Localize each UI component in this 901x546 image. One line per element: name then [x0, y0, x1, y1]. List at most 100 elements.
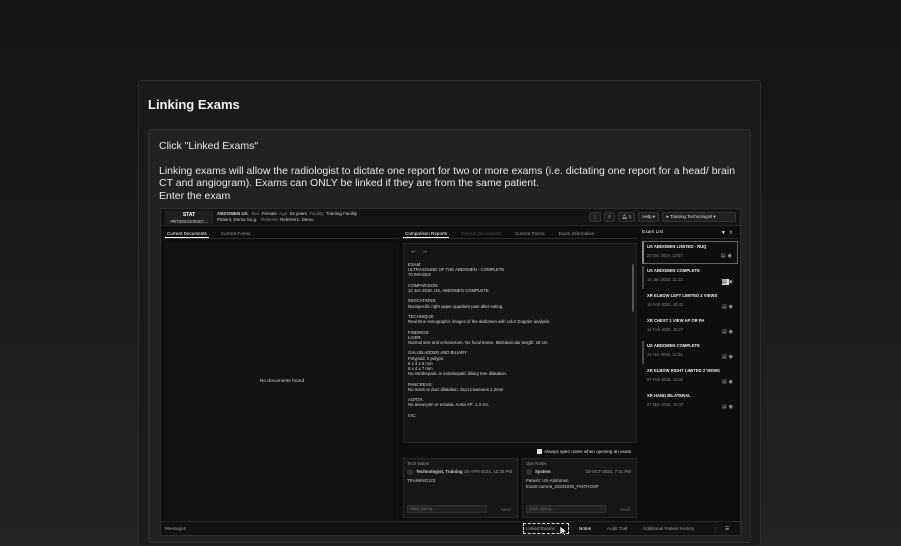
instruction-panel: Click "Linked Exams" Linking exams will …	[148, 129, 751, 543]
tab-exam-information[interactable]: Exam Information	[557, 230, 597, 238]
search-icon[interactable]: ⌕	[604, 212, 615, 222]
exam-title: US ABDOMEN COMPLETE	[647, 268, 700, 273]
sex-value: Female	[261, 211, 277, 216]
notes-tab[interactable]: Notes	[579, 526, 591, 531]
linking-exams-card: Linking Exams Click "Linked Exams" Linki…	[138, 80, 761, 546]
checkbox-checked-icon	[537, 449, 542, 455]
exam-item[interactable]: XR ELBOW RIGHT LIMITED 2 VIEWS 07 Feb 20…	[642, 366, 738, 389]
exam-title: US ABDOMEN COMPLETE	[647, 343, 700, 348]
exam-title: US ABDOMEN LIMITED - RUQ	[647, 244, 707, 249]
send-button[interactable]: Send	[620, 507, 630, 512]
document-icon[interactable]: ▤	[722, 404, 729, 410]
filter-icon[interactable]: ▼	[721, 230, 729, 236]
instruction-description: Linking exams will allow the radiologist…	[159, 164, 736, 190]
list-icon[interactable]: ☰	[725, 526, 729, 532]
user-icon: ●	[666, 214, 669, 219]
always-open-notes-checkbox[interactable]: Always open notes when opening an exam	[537, 449, 632, 455]
exam-title: XR HAND BILATERAL	[647, 393, 691, 398]
eye-icon[interactable]: ◉	[729, 404, 735, 410]
checkbox-label: Always open notes when opening an exam	[544, 449, 632, 454]
patient-info: ABDOMEN US Sex: Female Age: 53 years Fac…	[217, 211, 357, 223]
exam-name: ABDOMEN US	[217, 211, 248, 216]
comparison-report: ←→ EXAM: ULTRASOUND OF THE ABDOMEN - COM…	[403, 243, 637, 443]
upload-icon[interactable]: ⇪	[729, 230, 736, 236]
exam-list-pane: Exam List ▼⇪ US ABDOMEN LIMITED - RUQ 23…	[642, 230, 738, 520]
ops-notes-panel: Ops Notes System 23-OCT-2024, 7:41 PM Pa…	[522, 458, 637, 518]
exam-title: XR ELBOW RIGHT LIMITED 2 VIEWS	[647, 368, 720, 373]
tech-note-input[interactable]: Start typing...	[407, 505, 487, 513]
more-options-icon[interactable]: ⋮	[713, 526, 718, 532]
bell-icon: 🔔︎	[621, 214, 628, 219]
instruction-step-2: Enter the exam	[159, 189, 231, 202]
arrow-left-icon[interactable]: ←	[410, 248, 421, 255]
document-icon[interactable]: ▤	[721, 279, 729, 285]
tech-notes-panel: Tech Notes Technologist, Training 30-APR…	[403, 458, 518, 518]
page-title: Linking Exams	[148, 97, 240, 112]
document-icon[interactable]: ▤	[722, 379, 729, 385]
patient-name: Patient, Demo Su.g.	[217, 217, 258, 222]
tab-current-forms[interactable]: Current Forms	[219, 230, 253, 238]
linked-exams-label: Linked Exams	[526, 526, 555, 531]
exam-item[interactable]: US ABDOMEN COMPLETE 14 Jun 2023, 11:13 ▤…	[642, 266, 738, 289]
tech-notes-header: Tech Notes	[407, 461, 429, 466]
documents-tabs: Current Documents Current Forms	[165, 230, 399, 239]
user-name: Training Technologist	[669, 214, 713, 219]
ops-notes-header: Ops Notes	[526, 461, 547, 466]
report-scrollbar[interactable]	[632, 264, 634, 312]
tab-current-forms-mid[interactable]: Current Forms	[513, 230, 547, 238]
facility-label: Facility:	[309, 211, 325, 216]
exam-item[interactable]: US ABDOMEN LIMITED - RUQ 23 Oct 2024, 12…	[642, 241, 738, 264]
document-icon[interactable]: ▤	[722, 354, 729, 360]
eye-icon[interactable]: ◉	[729, 329, 735, 335]
messages-tab[interactable]: Messages	[165, 526, 186, 531]
help-button[interactable]: Help ▾	[638, 212, 659, 222]
instructions: Click "Linked Exams" Linking exams will …	[159, 140, 744, 202]
report-text: EXAM: ULTRASOUND OF THE ABDOMEN - COMPLE…	[408, 262, 551, 418]
arrow-right-icon[interactable]: →	[421, 248, 432, 255]
stat-badge: STAT #RT2024100307...	[165, 211, 213, 224]
ops-note-input[interactable]: Start typing...	[526, 505, 606, 513]
notification-count: 1	[628, 214, 632, 219]
tab-comparison-reports[interactable]: Comparison Reports	[403, 230, 450, 238]
exam-item[interactable]: US ABDOMEN COMPLETE 21 Oct 2018, 12:24 ▤…	[642, 341, 738, 364]
eye-icon[interactable]: ◉	[729, 354, 735, 360]
document-icon[interactable]: ▤	[722, 329, 729, 335]
reports-pane: Comparison Reports Current Documents Cur…	[403, 230, 637, 520]
more-options-icon[interactable]: ⋮	[588, 212, 602, 222]
referrer-label: Referrer:	[261, 217, 279, 222]
app-screenshot: STAT #RT2024100307... ABDOMEN US Sex: Fe…	[160, 208, 741, 536]
eye-icon[interactable]: ◉	[729, 379, 735, 385]
audit-trail-tab[interactable]: Audit Trail	[607, 526, 627, 531]
note-date: 23-OCT-2024, 7:41 PM	[585, 469, 631, 475]
user-menu[interactable]: ● Training Technologist ▾	[662, 212, 736, 222]
documents-pane: Current Documents Current Forms No docum…	[165, 230, 399, 521]
note-date: 30-APR-2024, 12:30 PM	[464, 469, 512, 475]
note-author: System	[535, 469, 551, 475]
eye-icon[interactable]: ◉	[729, 279, 735, 285]
help-label: Help	[642, 214, 652, 219]
exam-item[interactable]: XR ELBOW LEFT LIMITED 2 VIEWS 15 Feb 202…	[642, 291, 738, 314]
exam-title: XR CHEST 1 VIEW AP OR PA	[647, 318, 705, 323]
eye-icon[interactable]: ◉	[728, 253, 734, 259]
document-icon[interactable]: ▤	[721, 253, 728, 259]
tab-current-documents[interactable]: Current Documents	[165, 230, 209, 238]
document-viewer: No documents found	[165, 243, 399, 521]
age-value: 53 years	[289, 211, 307, 216]
mouse-cursor-icon	[559, 525, 568, 535]
note-text: Patient: US-Abdomen Exam:current_2023102…	[526, 478, 599, 489]
avatar	[526, 469, 532, 476]
additional-history-tab[interactable]: Additional Patient History	[643, 526, 694, 531]
tab-current-documents-mid[interactable]: Current Documents	[459, 230, 503, 238]
accession-id: #RT2024100307...	[170, 218, 208, 224]
reports-tabs: Comparison Reports Current Documents Cur…	[403, 230, 637, 239]
document-icon[interactable]: ▤	[722, 304, 729, 310]
exam-item[interactable]: XR HAND BILATERAL 27 Mar 2015, 10:47 ▤◉	[642, 391, 738, 414]
notifications-button[interactable]: 🔔︎ 1	[617, 212, 636, 222]
eye-icon[interactable]: ◉	[729, 304, 735, 310]
send-button[interactable]: Send	[501, 507, 511, 512]
sex-label: Sex:	[251, 211, 261, 216]
stat-label: STAT	[182, 212, 196, 218]
empty-state: No documents found	[259, 379, 305, 384]
patient-header: STAT #RT2024100307... ABDOMEN US Sex: Fe…	[161, 209, 740, 226]
exam-item[interactable]: XR CHEST 1 VIEW AP OR PA 12 Feb 2020, 10…	[642, 316, 738, 339]
